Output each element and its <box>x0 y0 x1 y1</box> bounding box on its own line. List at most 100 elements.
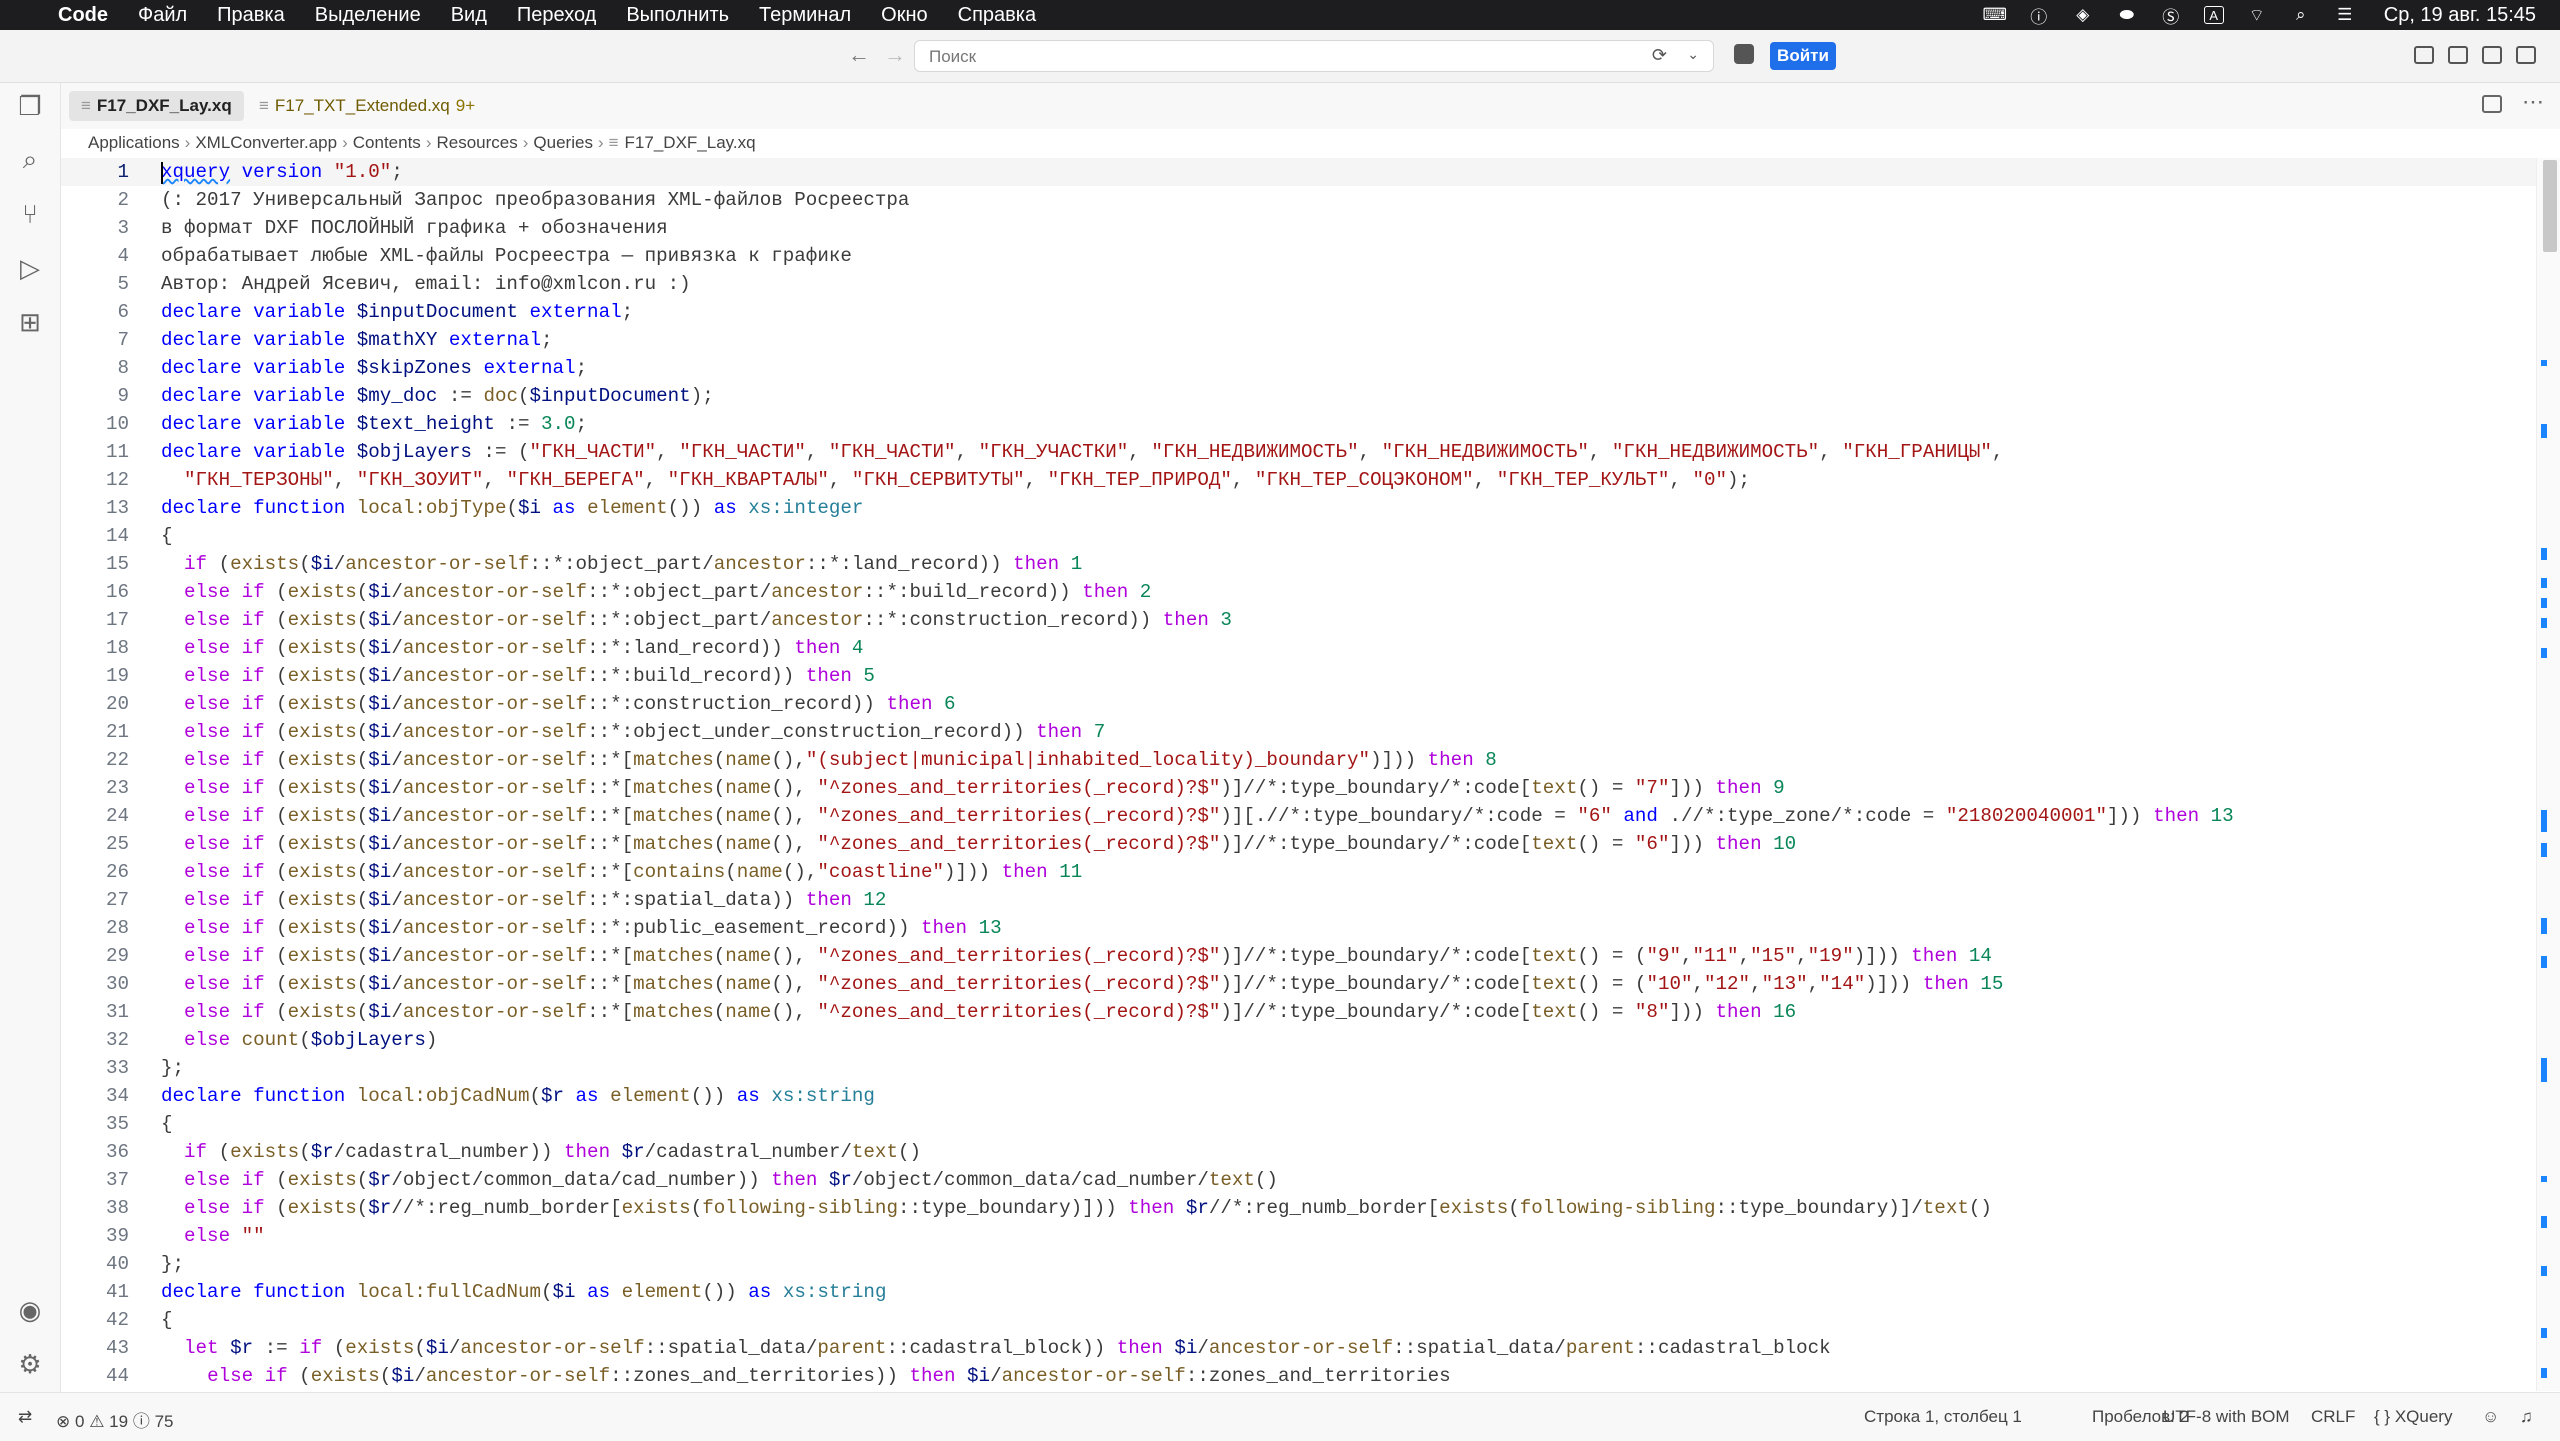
account-icon[interactable]: ◉ <box>13 1293 47 1327</box>
code-line[interactable]: 15 if (exists($i/ancestor-or-self::*:obj… <box>61 550 2536 578</box>
code-line[interactable]: 1 xquery version "1.0"; <box>61 158 2536 186</box>
code-line[interactable]: 37 else if (exists($r/object/common_data… <box>61 1166 2536 1194</box>
search-input[interactable] <box>915 41 1531 73</box>
menu-file[interactable]: Файл <box>138 4 187 27</box>
code-line[interactable]: 28 else if (exists($i/ancestor-or-self::… <box>61 914 2536 942</box>
code-editor[interactable]: 1 xquery version "1.0"; 2 (: 2017 Универсал… <box>61 158 2536 1391</box>
tab-f17-txt-extended[interactable]: ≡ F17_TXT_Extended.xq 9+ <box>247 91 487 121</box>
code-line[interactable]: 21 else if (exists($i/ancestor-or-self::… <box>61 718 2536 746</box>
source-control-icon[interactable]: ⑂ <box>13 197 47 231</box>
search-icon[interactable]: ⌕ <box>13 143 47 177</box>
code-line[interactable]: 31 else if (exists($i/ancestor-or-self::… <box>61 998 2536 1026</box>
breadcrumb-item[interactable]: XMLConverter.app <box>195 133 337 152</box>
code-line[interactable]: 29 else if (exists($i/ancestor-or-self::… <box>61 942 2536 970</box>
code-line[interactable]: 39 else "" <box>61 1222 2536 1250</box>
info-circle-icon[interactable]: ⓘ <box>2028 6 2050 27</box>
menubar-clock[interactable]: Ср, 19 авг. 15:45 <box>2384 4 2536 27</box>
more-actions-icon[interactable]: ⋯ <box>2522 89 2544 115</box>
code-line[interactable]: 10 declare variable $text_height := 3.0; <box>61 410 2536 438</box>
skype-icon[interactable]: Ⓢ <box>2160 6 2182 27</box>
explorer-icon[interactable]: ❐ <box>13 89 47 123</box>
back-arrow-icon[interactable]: ← <box>848 42 870 68</box>
menu-run[interactable]: Выполнить <box>626 4 729 27</box>
manage-gear-icon[interactable]: ⚙ <box>13 1347 47 1381</box>
menu-window[interactable]: Окно <box>881 4 927 27</box>
code-line[interactable]: 36 if (exists($r/cadastral_number)) then… <box>61 1138 2536 1166</box>
code-line[interactable]: 40}; <box>61 1250 2536 1278</box>
code-line[interactable]: 7 declare variable $mathXY external; <box>61 326 2536 354</box>
problems-indicator[interactable]: ⊗ 0 ⚠ 19 ⓘ 75 <box>56 1407 173 1432</box>
code-line[interactable]: 3 в формат DXF ПОСЛОЙНЫЙ графика + обозна… <box>61 214 2536 242</box>
code-line[interactable]: 22 else if (exists($i/ancestor-or-self::… <box>61 746 2536 774</box>
code-line[interactable]: 20 else if (exists($i/ancestor-or-self::… <box>61 690 2536 718</box>
code-line[interactable]: 16 else if (exists($i/ancestor-or-self::… <box>61 578 2536 606</box>
toggle-primary-sidebar-icon[interactable] <box>2414 46 2434 64</box>
code-line[interactable]: 6 declare variable $inputDocument externa… <box>61 298 2536 326</box>
notifications-bell-icon[interactable]: ♫ <box>2520 1407 2533 1427</box>
breadcrumb-item[interactable]: Contents <box>353 133 421 152</box>
toggle-secondary-sidebar-icon[interactable] <box>2516 46 2536 64</box>
code-line[interactable]: 13 declare function local:objType($i as e… <box>61 494 2536 522</box>
input-source[interactable]: A <box>2203 6 2224 24</box>
menu-go[interactable]: Переход <box>517 4 596 27</box>
split-editor-icon[interactable] <box>2482 95 2502 113</box>
code-line[interactable]: 4 обрабатывает любые XML-файлы Росреестра… <box>61 242 2536 270</box>
code-line[interactable]: 44 else if (exists($i/ancestor-or-self::… <box>61 1362 2536 1390</box>
spotlight-search-icon[interactable]: ⌕ <box>2290 5 2312 24</box>
toggle-panel-icon[interactable] <box>2482 46 2502 64</box>
code-line[interactable]: 14 { <box>61 522 2536 550</box>
breadcrumb-item[interactable]: F17_DXF_Lay.xq <box>625 133 756 152</box>
breadcrumb-item[interactable]: Applications <box>88 133 180 152</box>
shield-icon[interactable]: ◈ <box>2072 5 2094 24</box>
code-line[interactable]: 12 "ГКН_ТЕРЗОНЫ", "ГКН_ЗОУИТ", "ГКН_БЕРЕ… <box>61 466 2536 494</box>
command-center-search[interactable]: ⟳ ⌄ <box>914 40 1714 73</box>
code-line[interactable]: 25 else if (exists($i/ancestor-or-self::… <box>61 830 2536 858</box>
menu-selection[interactable]: Выделение <box>315 4 421 27</box>
code-line[interactable]: 33}; <box>61 1054 2536 1082</box>
code-line[interactable]: 30 else if (exists($i/ancestor-or-self::… <box>61 970 2536 998</box>
code-line[interactable]: 34 declare function local:objCadNum($r as… <box>61 1082 2536 1110</box>
code-line[interactable]: 35 { <box>61 1110 2536 1138</box>
code-line[interactable]: 11 declare variable $objLayers := ("ГКН_Ч… <box>61 438 2536 466</box>
code-line[interactable]: 2 (: 2017 Универсальный Запрос преобразов… <box>61 186 2536 214</box>
code-line[interactable]: 9 declare variable $my_doc := doc($inputD… <box>61 382 2536 410</box>
forward-arrow-icon[interactable]: → <box>884 42 906 68</box>
run-debug-icon[interactable]: ▷ <box>13 251 47 285</box>
customize-layout-icon[interactable] <box>2448 46 2468 64</box>
chat-icon[interactable]: ⟳ <box>1652 45 1667 66</box>
code-line[interactable]: 18 else if (exists($i/ancestor-or-self::… <box>61 634 2536 662</box>
breadcrumb-item[interactable]: Resources <box>436 133 517 152</box>
language-mode[interactable]: { } XQuery <box>2374 1407 2452 1427</box>
code-line[interactable]: 32 else count($objLayers) <box>61 1026 2536 1054</box>
tab-f17-dxf-lay[interactable]: ≡ F17_DXF_Lay.xq <box>69 91 244 121</box>
cursor-position[interactable]: Строка 1, столбец 1 <box>1864 1407 2022 1427</box>
code-line[interactable]: 42 { <box>61 1306 2536 1334</box>
code-line[interactable]: 26 else if (exists($i/ancestor-or-self::… <box>61 858 2536 886</box>
wifi-icon[interactable]: ⌔ <box>2246 6 2268 25</box>
code-line[interactable]: 17 else if (exists($i/ancestor-or-self::… <box>61 606 2536 634</box>
pill-icon[interactable]: ⬬ <box>2116 5 2138 24</box>
keyboard-icon[interactable]: ⌨ <box>1982 5 2007 24</box>
menu-terminal[interactable]: Терминал <box>759 4 851 27</box>
scrollbar-thumb[interactable] <box>2543 160 2557 252</box>
code-line[interactable]: 43 let $r := if (exists($i/ancestor-or-s… <box>61 1334 2536 1362</box>
code-line[interactable]: 27 else if (exists($i/ancestor-or-self::… <box>61 886 2536 914</box>
sign-in-button[interactable]: Войти <box>1770 42 1836 70</box>
code-line[interactable]: 5 Автор: Андрей Ясевич, email: info@xmlco… <box>61 270 2536 298</box>
code-line[interactable]: 38 else if (exists($r//*:reg_numb_border… <box>61 1194 2536 1222</box>
copilot-icon[interactable] <box>1734 44 1754 64</box>
breadcrumb-item[interactable]: Queries <box>533 133 593 152</box>
menu-app-name[interactable]: Code <box>58 4 108 27</box>
extensions-icon[interactable]: ⊞ <box>13 305 47 339</box>
editor-scrollbar[interactable] <box>2536 158 2560 1391</box>
line-ending[interactable]: CRLF <box>2311 1407 2355 1427</box>
remote-icon[interactable]: ⇄ <box>18 1407 32 1427</box>
code-line[interactable]: 23 else if (exists($i/ancestor-or-self::… <box>61 774 2536 802</box>
code-line[interactable]: 24 else if (exists($i/ancestor-or-self::… <box>61 802 2536 830</box>
copilot-status-icon[interactable]: ☺ <box>2482 1407 2499 1427</box>
encoding[interactable]: UTF-8 with BOM <box>2163 1407 2290 1427</box>
code-line[interactable]: 8 declare variable $skipZones external; <box>61 354 2536 382</box>
code-line[interactable]: 41 declare function local:fullCadNum($i a… <box>61 1278 2536 1306</box>
menu-help[interactable]: Справка <box>958 4 1036 27</box>
chevron-down-icon[interactable]: ⌄ <box>1687 46 1699 63</box>
